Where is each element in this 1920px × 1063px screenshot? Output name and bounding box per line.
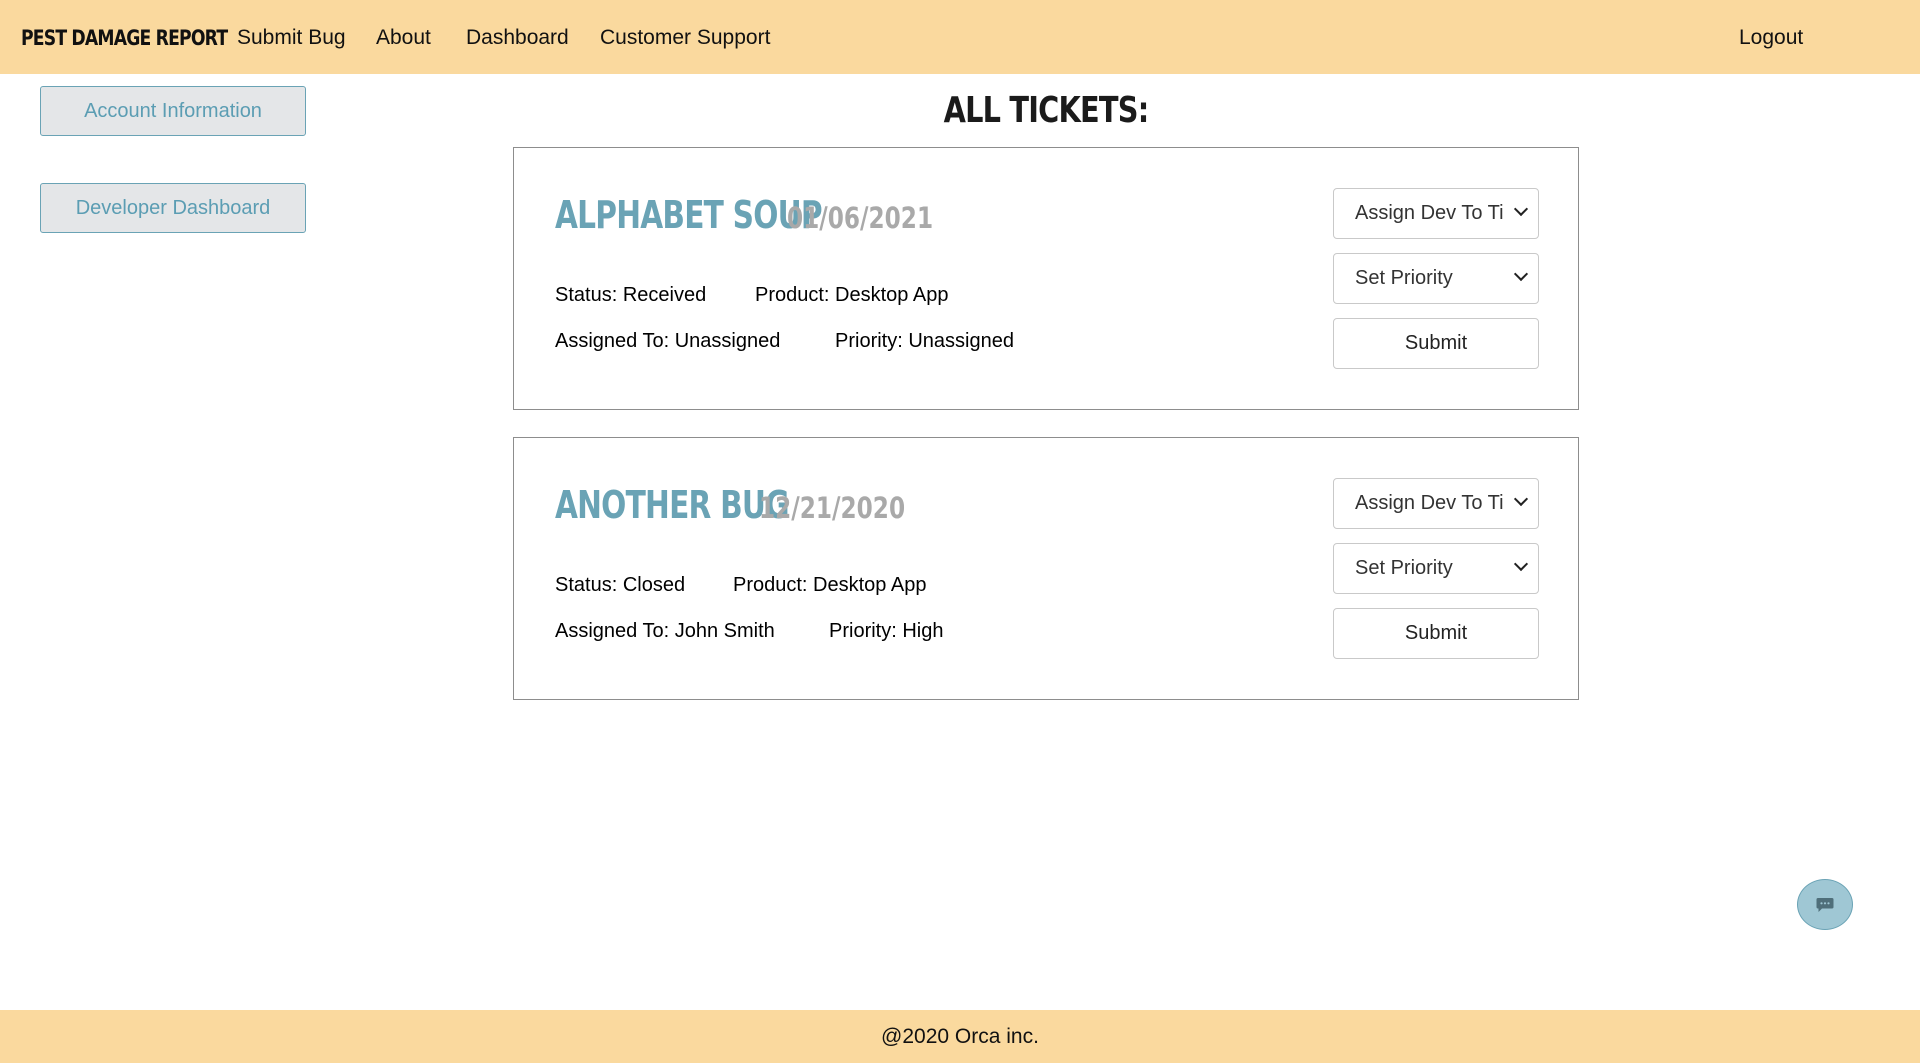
submit-button[interactable]: Submit [1333, 608, 1539, 659]
nav-submit-bug[interactable]: Submit Bug [237, 25, 346, 51]
ticket-card: ANOTHER BUG 12/21/2020 Status: Closed Pr… [513, 437, 1579, 700]
page-title-text: ALL TICKETS: [943, 90, 1150, 131]
ticket-status: Status: Received [555, 284, 707, 306]
footer-copyright: @2020 Orca inc. [881, 1024, 1039, 1048]
ticket-assigned-to: Assigned To: Unassigned [555, 330, 781, 352]
assign-dev-select-value: Assign Dev To Ticket [1355, 492, 1504, 514]
ticket-title: ANOTHER BUG [555, 483, 790, 527]
ticket-title: ALPHABET SOUP [555, 193, 823, 237]
footer: @2020 Orca inc. [0, 1010, 1920, 1063]
submit-button[interactable]: Submit [1333, 318, 1539, 369]
nav-customer-support[interactable]: Customer Support [600, 25, 770, 51]
set-priority-select-value: Set Priority [1355, 557, 1453, 579]
brand-logo[interactable]: PEST DAMAGE REPORT [21, 24, 228, 52]
nav-about[interactable]: About [376, 25, 431, 51]
nav-logout[interactable]: Logout [1739, 25, 1803, 51]
set-priority-select[interactable]: Set Priority [1333, 543, 1539, 594]
ticket-card: ALPHABET SOUP 01/06/2021 Status: Receive… [513, 147, 1579, 410]
ticket-priority: Priority: Unassigned [835, 330, 1014, 352]
ticket-product: Product: Desktop App [755, 284, 949, 306]
assign-dev-select[interactable]: Assign Dev To Ticket [1333, 478, 1539, 529]
ticket-status: Status: Closed [555, 574, 686, 596]
chat-button[interactable] [1797, 879, 1853, 930]
ticket-product: Product: Desktop App [733, 574, 927, 596]
chevron-down-icon [1513, 266, 1529, 282]
chevron-down-icon [1513, 201, 1529, 217]
ticket-date: 12/21/2020 [759, 491, 906, 525]
assign-dev-select-value: Assign Dev To Ticket [1355, 202, 1504, 224]
account-information-button[interactable]: Account Information [40, 86, 306, 136]
top-nav-bar: PEST DAMAGE REPORT Submit Bug About Dash… [0, 0, 1920, 74]
chevron-down-icon [1513, 556, 1529, 572]
chevron-down-icon [1513, 491, 1529, 507]
ticket-priority: Priority: High [829, 620, 944, 642]
page-title: ALL TICKETS: [513, 86, 1579, 136]
assign-dev-select[interactable]: Assign Dev To Ticket [1333, 188, 1539, 239]
chat-bubble-icon [1816, 897, 1834, 912]
nav-dashboard[interactable]: Dashboard [466, 25, 569, 51]
developer-dashboard-button[interactable]: Developer Dashboard [40, 183, 306, 233]
ticket-date: 01/06/2021 [787, 201, 934, 235]
set-priority-select-value: Set Priority [1355, 267, 1453, 289]
ticket-assigned-to: Assigned To: John Smith [555, 620, 775, 642]
set-priority-select[interactable]: Set Priority [1333, 253, 1539, 304]
